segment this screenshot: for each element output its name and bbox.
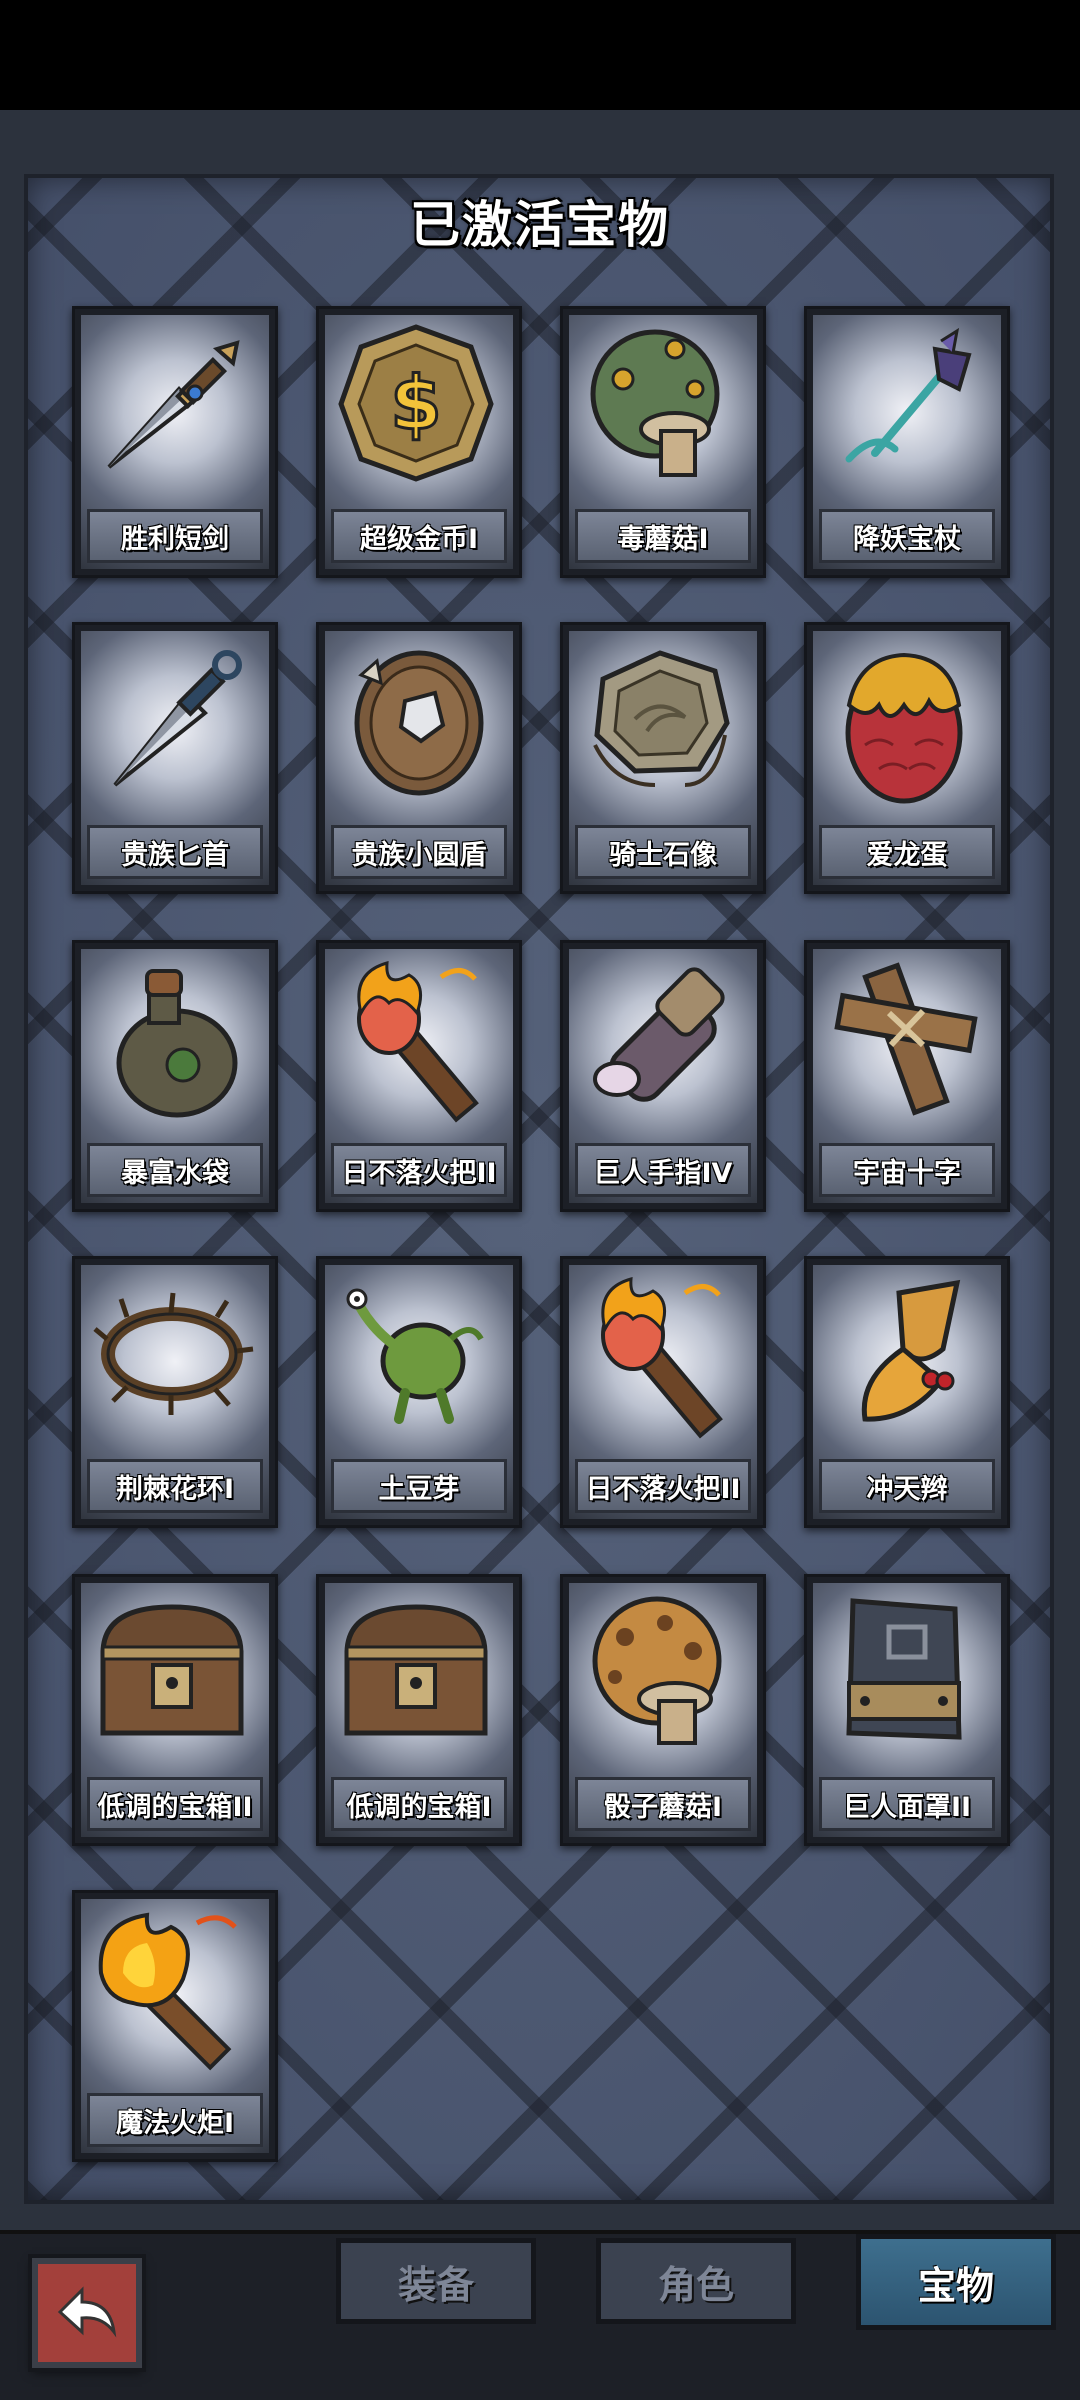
treasure-label: 日不落火把II (575, 1459, 751, 1513)
svg-text:$: $ (390, 361, 442, 447)
gold-coin-icon: $ (338, 324, 494, 482)
dagger-icon (107, 340, 240, 469)
treasure-label: 冲天辫 (819, 1459, 995, 1513)
treasure-card[interactable]: 胜利短剑 (72, 306, 278, 578)
dice-mushroom-icon (592, 1596, 722, 1745)
treasure-card[interactable]: 骑士石像 (560, 622, 766, 894)
pigtail-icon (861, 1279, 961, 1422)
treasure-label: 巨人面罩II (819, 1777, 995, 1831)
treasure-card[interactable]: 贵族匕首 (72, 622, 278, 894)
treasure-chest-icon (100, 1604, 244, 1736)
stone-plate-icon (593, 650, 730, 787)
treasure-card[interactable]: 毒蘑菇I (560, 306, 766, 578)
treasure-label: 低调的宝箱I (331, 1777, 507, 1831)
treasure-card[interactable]: 日不落火把II (316, 940, 522, 1212)
treasure-label: 土豆芽 (331, 1459, 507, 1513)
treasure-card[interactable]: 贵族小圆盾 (316, 622, 522, 894)
giant-mask-icon (846, 1598, 962, 1740)
treasure-label: 贵族小圆盾 (331, 825, 507, 879)
back-button[interactable] (32, 2258, 142, 2368)
treasure-card[interactable]: 降妖宝杖 (804, 306, 1010, 578)
treasure-label: 降妖宝杖 (819, 509, 995, 563)
giant-finger-icon (593, 967, 725, 1102)
treasure-label: 暴富水袋 (87, 1143, 263, 1197)
treasure-card[interactable]: 低调的宝箱I (316, 1574, 522, 1846)
treasure-label: 荆棘花环I (87, 1459, 263, 1513)
torch-icon (357, 960, 479, 1123)
water-flask-icon (116, 969, 238, 1118)
back-arrow-icon (57, 2286, 117, 2338)
magic-torch-icon (98, 1912, 237, 2071)
staff-icon (845, 327, 972, 463)
treasure-chest-icon (344, 1604, 488, 1736)
treasure-card[interactable]: 巨人面罩II (804, 1574, 1010, 1846)
treasure-label: 骑士石像 (575, 825, 751, 879)
wooden-cross-icon (834, 962, 978, 1116)
treasure-card[interactable]: 骰子蘑菇I (560, 1574, 766, 1846)
treasure-label: 贵族匕首 (87, 825, 263, 879)
treasure-card[interactable]: $ 超级金币I (316, 306, 522, 578)
treasure-label: 超级金币I (331, 509, 507, 563)
treasure-card[interactable]: 土豆芽 (316, 1256, 522, 1528)
treasure-label: 骰子蘑菇I (575, 1777, 751, 1831)
treasure-card[interactable]: 日不落火把II (560, 1256, 766, 1528)
dragon-egg-icon (845, 652, 963, 804)
poison-mushroom-icon (590, 329, 720, 477)
treasure-card[interactable]: 低调的宝箱II (72, 1574, 278, 1846)
treasure-label: 低调的宝箱II (87, 1777, 263, 1831)
round-shield-icon (354, 650, 484, 796)
tab-character[interactable]: 角色 (596, 2238, 796, 2324)
status-bar (0, 0, 1080, 110)
treasure-label: 宇宙十字 (819, 1143, 995, 1197)
treasure-card[interactable]: 暴富水袋 (72, 940, 278, 1212)
potato-sprout-icon (346, 1288, 484, 1424)
treasure-card[interactable]: 魔法火炬I (72, 1890, 278, 2162)
treasure-card[interactable]: 宇宙十字 (804, 940, 1010, 1212)
treasure-label: 爱龙蛋 (819, 825, 995, 879)
treasure-label: 胜利短剑 (87, 509, 263, 563)
treasure-label: 巨人手指IV (575, 1143, 751, 1197)
treasure-label: 毒蘑菇I (575, 509, 751, 563)
thorn-wreath-icon (93, 1292, 254, 1415)
treasure-card[interactable]: 巨人手指IV (560, 940, 766, 1212)
kunai-icon (113, 650, 242, 787)
treasure-card[interactable]: 爱龙蛋 (804, 622, 1010, 894)
panel-title: 已激活宝物 (410, 196, 670, 254)
treasure-label: 魔法火炬I (87, 2093, 263, 2147)
treasure-label: 日不落火把II (331, 1143, 507, 1197)
tab-treasure[interactable]: 宝物 (856, 2234, 1056, 2330)
treasure-card[interactable]: 荆棘花环I (72, 1256, 278, 1528)
torch-icon (601, 1276, 723, 1439)
treasure-card[interactable]: 冲天辫 (804, 1256, 1010, 1528)
tab-equipment[interactable]: 装备 (336, 2238, 536, 2324)
